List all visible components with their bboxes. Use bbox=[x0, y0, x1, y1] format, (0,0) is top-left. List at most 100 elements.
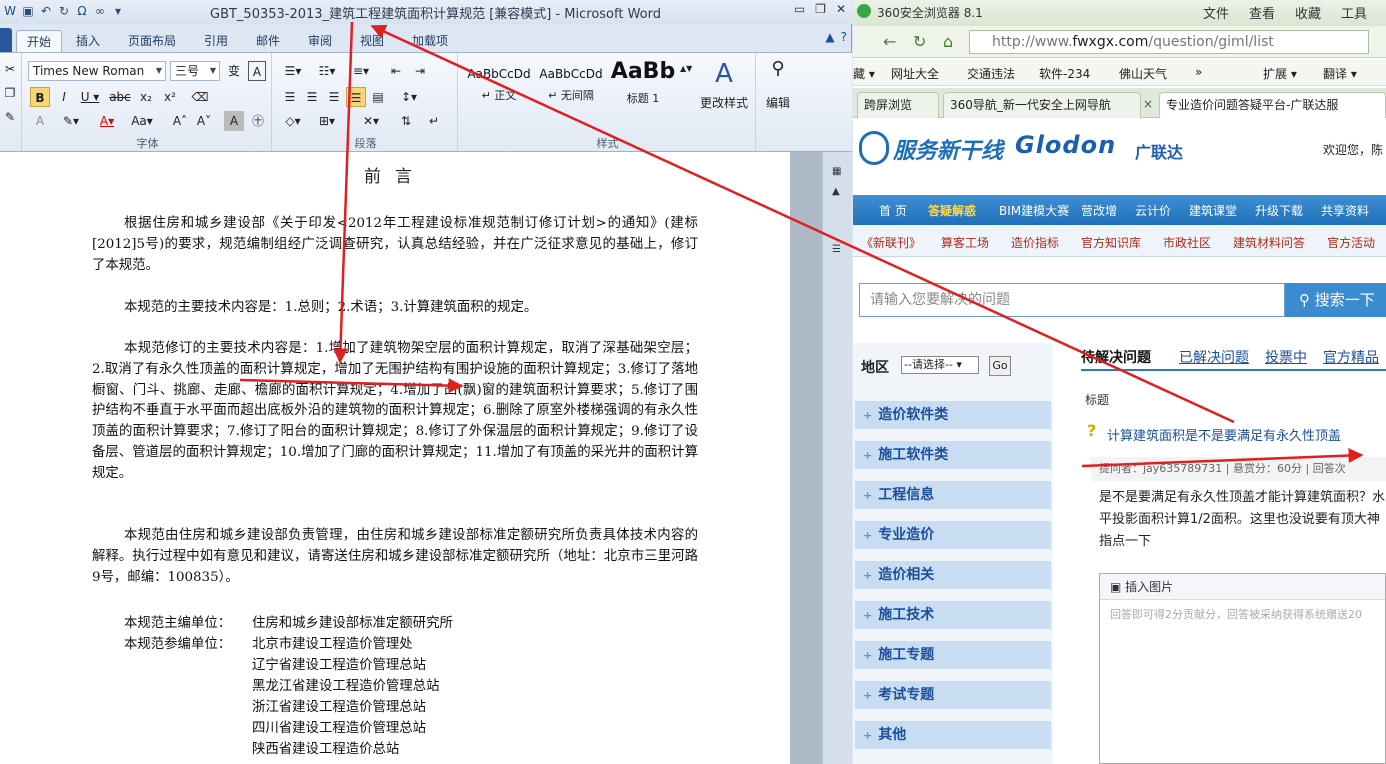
category-item[interactable]: + 施工专题 bbox=[855, 641, 1051, 669]
tab-page-layout[interactable]: 页面布局 bbox=[118, 30, 186, 52]
phonetic-guide-icon[interactable]: 变 bbox=[224, 61, 244, 81]
tab-solved[interactable]: 已解决问题 bbox=[1179, 347, 1249, 367]
clear-format-icon[interactable]: ⌫ bbox=[190, 87, 210, 107]
char-border-icon[interactable]: A bbox=[248, 61, 266, 81]
strikethrough-button[interactable]: abc bbox=[108, 87, 132, 107]
symbol-icon[interactable]: Ω bbox=[74, 3, 90, 19]
document-page[interactable]: 前言 根据住房和城乡建设部《关于印发<2012年工程建设标准规范制订修订计划>的… bbox=[0, 152, 790, 764]
nav-qa[interactable]: 答疑解惑 bbox=[928, 202, 976, 219]
italic-button[interactable]: I bbox=[54, 87, 74, 107]
tab-review[interactable]: 审阅 bbox=[298, 30, 342, 52]
answer-editor[interactable]: ▣ 插入图片 回答即可得2分贡献分，回答被采纳获得系统赠送20 bbox=[1099, 573, 1386, 764]
category-item[interactable]: + 工程信息 bbox=[855, 481, 1051, 509]
fav-item[interactable]: 交通违法 bbox=[967, 65, 1015, 82]
change-styles-button[interactable]: 更改样式 bbox=[694, 93, 754, 113]
collapse-ribbon-icon[interactable]: ▲ bbox=[825, 30, 834, 44]
nav-bim[interactable]: BIM建模大赛 bbox=[999, 202, 1069, 219]
category-item[interactable]: + 施工软件类 bbox=[855, 441, 1051, 469]
nav-share[interactable]: 共享资料 bbox=[1321, 202, 1369, 219]
category-item[interactable]: + 造价软件类 bbox=[855, 401, 1051, 429]
subnav-item[interactable]: 官方知识库 bbox=[1081, 234, 1141, 251]
tab-mailings[interactable]: 邮件 bbox=[246, 30, 290, 52]
insert-image-button[interactable]: 插入图片 bbox=[1125, 580, 1173, 594]
subnav-item[interactable]: 算客工场 bbox=[941, 234, 989, 251]
change-case-icon[interactable]: Aa▾ bbox=[128, 111, 156, 131]
menu-view[interactable]: 查看 bbox=[1249, 3, 1275, 22]
category-item[interactable]: + 造价相关 bbox=[855, 561, 1051, 589]
subnav-item[interactable]: 建筑材料问答 bbox=[1233, 234, 1305, 251]
nav-home[interactable]: 首 页 bbox=[879, 202, 907, 219]
show-marks-icon[interactable]: ↵ bbox=[424, 111, 444, 131]
go-button[interactable]: Go bbox=[989, 356, 1011, 376]
style-normal[interactable]: AaBbCcDd ↵ 正文 bbox=[464, 59, 534, 111]
fav-item[interactable]: » bbox=[1195, 65, 1202, 79]
subscript-button[interactable]: x₂ bbox=[136, 87, 156, 107]
file-tab[interactable] bbox=[0, 28, 12, 52]
tab-glodon[interactable]: 专业造价问题答疑平台-广联达服 bbox=[1159, 92, 1386, 118]
char-shading-icon[interactable]: A bbox=[224, 111, 244, 131]
copy-icon[interactable]: ❐ bbox=[2, 83, 18, 103]
distributed-icon[interactable]: ▤ bbox=[368, 87, 388, 107]
search-input[interactable]: 请输入您要解决的问题 bbox=[859, 283, 1285, 317]
infinity-icon[interactable]: ∞ bbox=[92, 3, 108, 19]
help-icon[interactable]: ? bbox=[841, 30, 847, 44]
nav-class[interactable]: 建筑课堂 bbox=[1189, 202, 1237, 219]
redo-icon[interactable]: ↻ bbox=[56, 3, 72, 19]
save-icon[interactable]: ▣ bbox=[20, 3, 36, 19]
vertical-scrollbar[interactable]: ▦ ▲ ☰ bbox=[822, 152, 852, 764]
format-painter-icon[interactable]: ✎ bbox=[2, 107, 18, 127]
question-title-link[interactable]: 计算建筑面积是不是要满足有永久性顶盖 bbox=[1107, 425, 1341, 444]
align-center-icon[interactable]: ☰ bbox=[302, 87, 322, 107]
enclose-char-icon[interactable]: ㊉ bbox=[248, 111, 268, 131]
nav-cloud[interactable]: 云计价 bbox=[1135, 202, 1171, 219]
line-spacing-icon[interactable]: ↕▾ bbox=[396, 87, 422, 107]
category-item[interactable]: + 施工技术 bbox=[855, 601, 1051, 629]
styles-scroll-icon[interactable]: ▲▼ bbox=[680, 59, 692, 79]
fav-item[interactable]: 藏 ▾ bbox=[853, 65, 875, 82]
borders-icon[interactable]: ⊞▾ bbox=[314, 111, 340, 131]
shading-icon[interactable]: ◇▾ bbox=[280, 111, 306, 131]
superscript-button[interactable]: x² bbox=[160, 87, 180, 107]
tab-360-nav[interactable]: 360导航_新一代安全上网导航 bbox=[943, 92, 1141, 118]
subnav-item[interactable]: 《新联刊》 bbox=[861, 234, 921, 251]
text-effect-icon[interactable]: A bbox=[30, 111, 50, 131]
scroll-up-icon[interactable]: ▲ bbox=[832, 186, 840, 197]
increase-indent-icon[interactable]: ⇥ bbox=[410, 61, 430, 81]
close-icon[interactable]: ✕ bbox=[836, 2, 846, 16]
font-name-combo[interactable]: Times New Roman ▼ bbox=[28, 61, 166, 81]
multilevel-list-icon[interactable]: ≡▾ bbox=[348, 61, 374, 81]
refresh-icon[interactable]: ↻ bbox=[913, 32, 926, 51]
tab-featured[interactable]: 官方精品 bbox=[1323, 347, 1379, 367]
nav-vat[interactable]: 营改增 bbox=[1081, 202, 1117, 219]
align-right-icon[interactable]: ☰ bbox=[324, 87, 344, 107]
nav-download[interactable]: 升级下载 bbox=[1255, 202, 1303, 219]
menu-tools[interactable]: 工具 bbox=[1341, 3, 1367, 22]
fav-item[interactable]: 翻译 ▾ bbox=[1323, 65, 1357, 82]
home-icon[interactable]: ⌂ bbox=[943, 32, 953, 51]
subnav-item[interactable]: 官方活动 bbox=[1327, 234, 1375, 251]
justify-icon[interactable]: ☰ bbox=[346, 87, 366, 107]
fav-item[interactable]: 扩展 ▾ bbox=[1263, 65, 1297, 82]
customize-icon[interactable]: ▾ bbox=[110, 3, 126, 19]
tab-cross-screen[interactable]: 跨屏浏览 bbox=[857, 92, 939, 118]
ruler-toggle-icon[interactable]: ▦ bbox=[832, 166, 841, 177]
bullets-icon[interactable]: ☰▾ bbox=[280, 61, 306, 81]
align-left-icon[interactable]: ☰ bbox=[280, 87, 300, 107]
restore-icon[interactable]: ❐ bbox=[815, 2, 826, 16]
minimize-icon[interactable]: ▭ bbox=[794, 2, 805, 16]
decrease-indent-icon[interactable]: ⇤ bbox=[386, 61, 406, 81]
fav-item[interactable]: 网址大全 bbox=[891, 65, 939, 82]
font-size-combo[interactable]: 三号 ▼ bbox=[170, 61, 220, 81]
menu-file[interactable]: 文件 bbox=[1203, 3, 1229, 22]
highlight-icon[interactable]: ✎▾ bbox=[58, 111, 84, 131]
tab-home[interactable]: 开始 bbox=[16, 30, 63, 52]
subnav-item[interactable]: 市政社区 bbox=[1163, 234, 1211, 251]
tab-insert[interactable]: 插入 bbox=[66, 30, 110, 52]
category-item[interactable]: + 其他 bbox=[855, 721, 1051, 749]
style-heading-1[interactable]: AaBb 标题 1 bbox=[608, 59, 678, 111]
tab-addins[interactable]: 加载项 bbox=[402, 30, 458, 52]
sort-icon[interactable]: ⇅ bbox=[396, 111, 416, 131]
fav-item[interactable]: 佛山天气 bbox=[1119, 65, 1167, 82]
back-icon[interactable]: ← bbox=[883, 32, 896, 51]
category-item[interactable]: + 考试专题 bbox=[855, 681, 1051, 709]
